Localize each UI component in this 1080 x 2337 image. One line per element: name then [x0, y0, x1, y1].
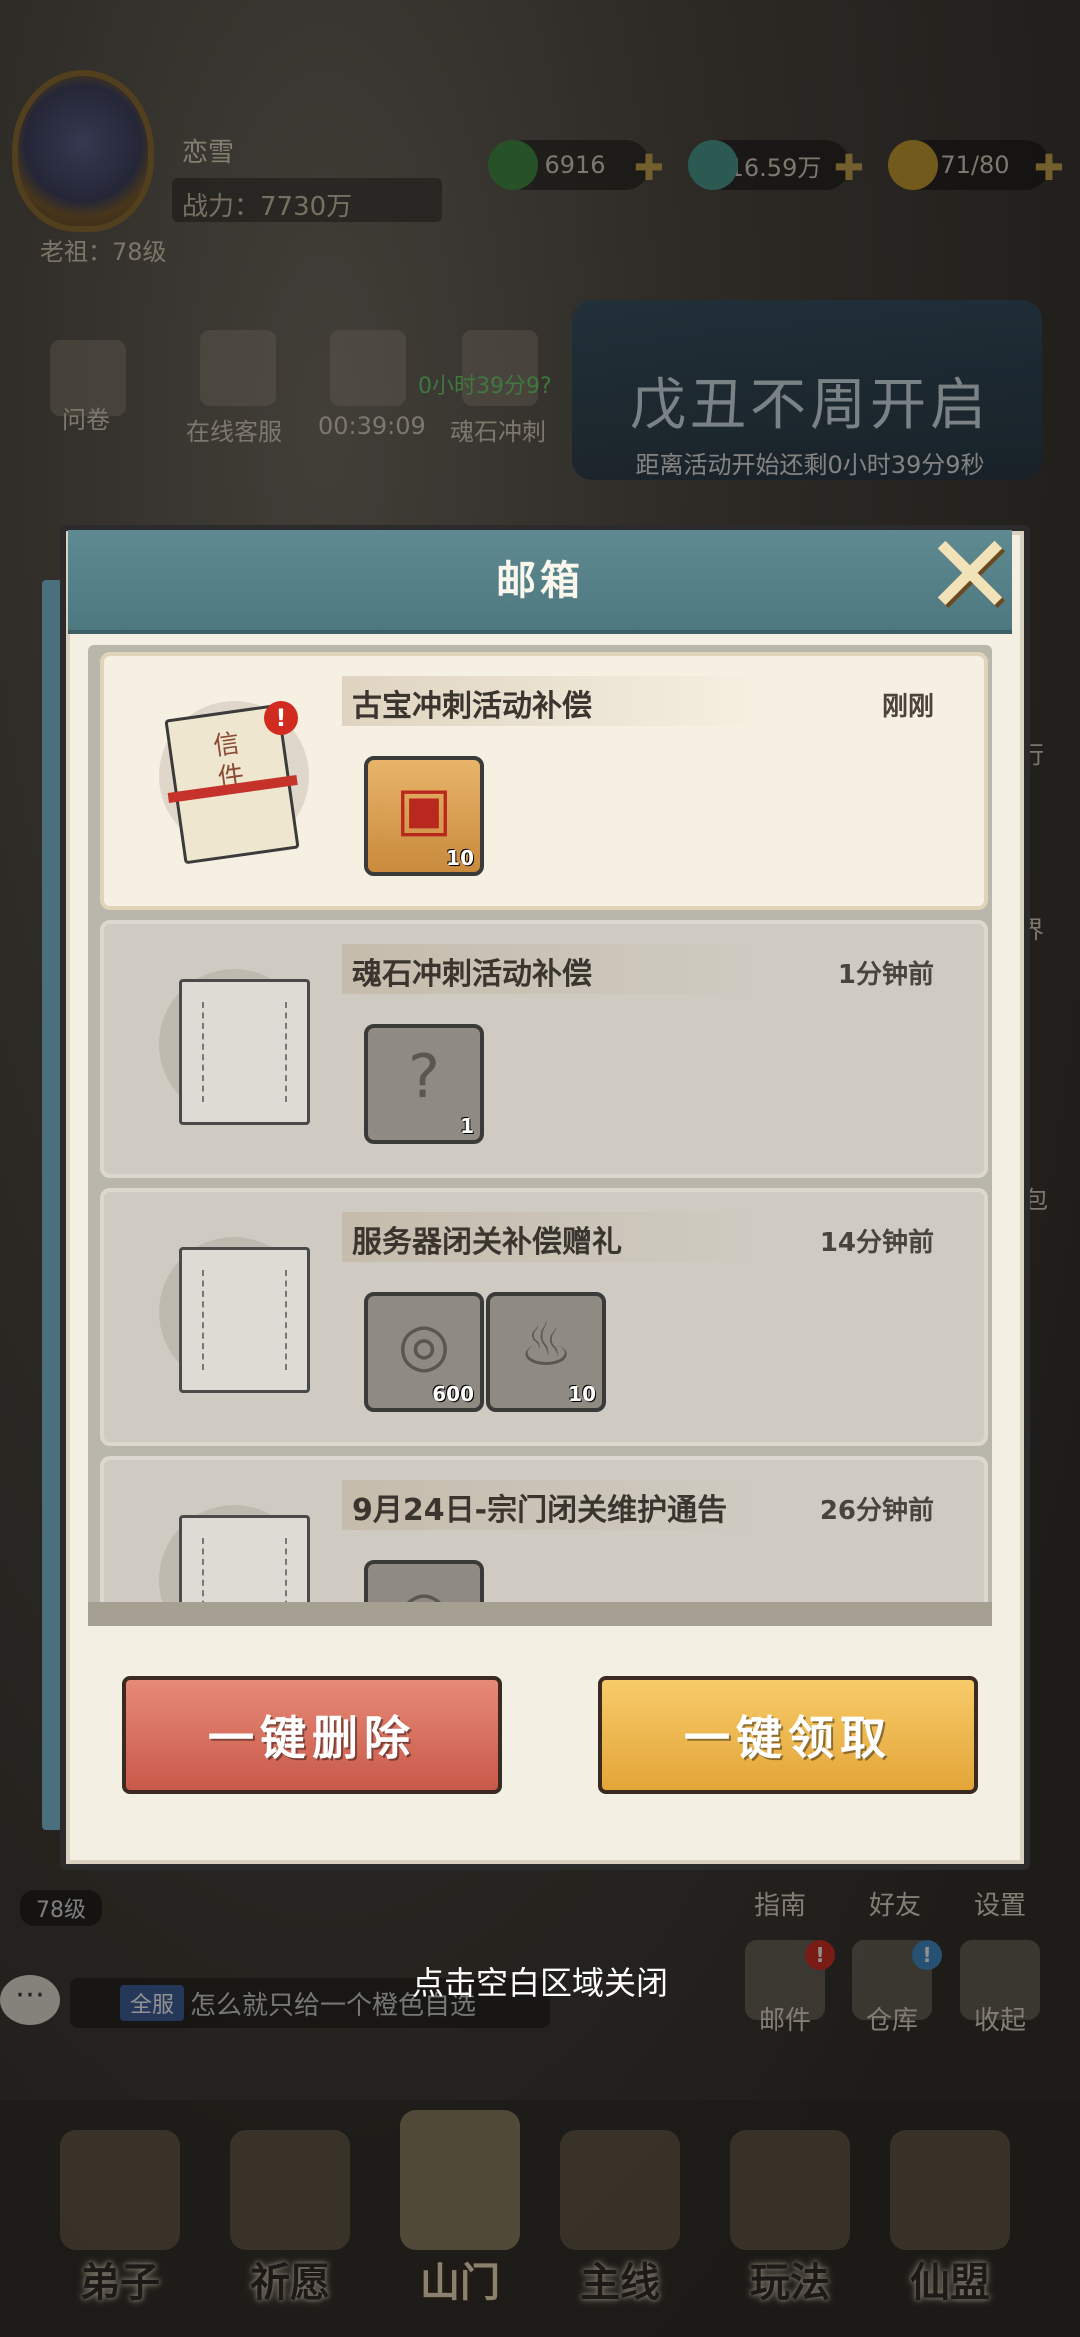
claim-all-button[interactable]: 一键领取 [598, 1676, 978, 1794]
attachment-jade-coin[interactable]: ◎ 600 [364, 1292, 484, 1412]
mail-item[interactable]: 信件 ! 古宝冲刺活动补偿 刚刚 ▣ 10 [100, 652, 988, 910]
mailbox-title: 邮箱 [496, 558, 584, 604]
spirit-flame-icon: ♨ [519, 1310, 573, 1380]
dismiss-hint: 点击空白区域关闭 [411, 1964, 668, 2002]
mail-item[interactable]: 魂石冲刺活动补偿 1分钟前 ? 1 [100, 920, 988, 1178]
mail-time: 26分钟前 [819, 1496, 934, 1526]
mail-time: 14分钟前 [819, 1228, 934, 1258]
jade-coin-icon: ◎ [397, 1310, 451, 1380]
delete-all-button[interactable]: 一键删除 [122, 1676, 502, 1794]
opened-letter-icon [179, 979, 310, 1125]
attachment-jade-coin[interactable]: ◎ [364, 1560, 484, 1606]
list-bottom-edge [88, 1602, 992, 1626]
opened-letter-icon [179, 1515, 310, 1606]
attachment-mystery-bag[interactable]: ? 1 [364, 1024, 484, 1144]
mail-subject: 9月24日-宗门闭关维护通告 [352, 1493, 728, 1528]
mystery-bag-icon: ? [408, 1042, 440, 1112]
attachment-qty: 10 [446, 846, 474, 870]
close-icon[interactable]: ✕ [920, 520, 1020, 630]
unread-alert-icon: ! [264, 701, 298, 735]
attachment-qty: 1 [460, 1114, 474, 1138]
treasure-chest-icon: ▣ [395, 774, 453, 844]
mail-item[interactable]: 服务器闭关补偿赠礼 14分钟前 ◎ 600 ♨ 10 [100, 1188, 988, 1446]
mail-time: 刚刚 [881, 692, 934, 722]
attachment-treasure-chest[interactable]: ▣ 10 [364, 756, 484, 876]
mail-subject: 魂石冲刺活动补偿 [352, 957, 592, 992]
attachment-qty: 600 [432, 1382, 474, 1406]
mail-time: 1分钟前 [837, 960, 934, 990]
attachment-spirit-flame[interactable]: ♨ 10 [486, 1292, 606, 1412]
mail-item[interactable]: 9月24日-宗门闭关维护通告 26分钟前 ◎ [100, 1456, 988, 1606]
attachment-qty: 10 [568, 1382, 596, 1406]
mail-subject: 古宝冲刺活动补偿 [352, 689, 592, 724]
opened-letter-icon [179, 1247, 310, 1393]
modal-side-accent [42, 580, 62, 1830]
mail-subject: 服务器闭关补偿赠礼 [352, 1225, 622, 1260]
